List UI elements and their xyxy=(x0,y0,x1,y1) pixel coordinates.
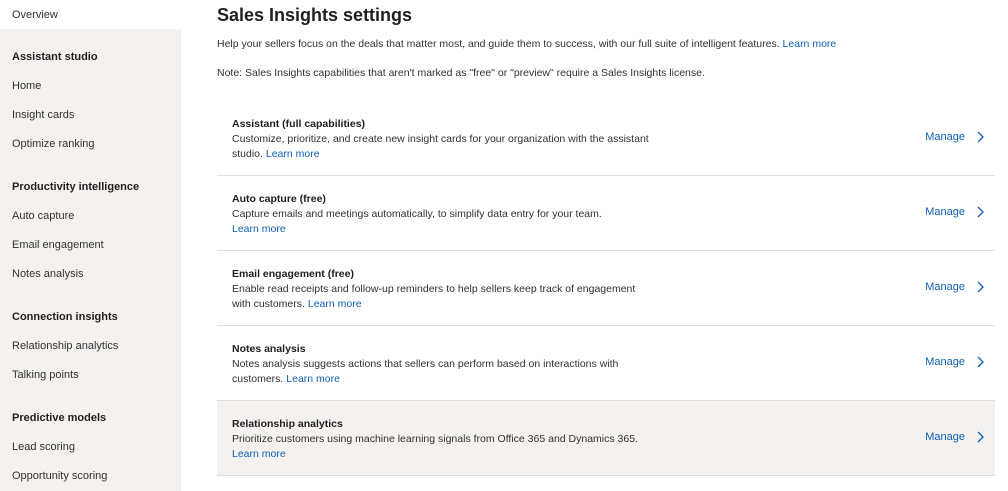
feature-description: Prioritize customers using machine learn… xyxy=(232,432,652,462)
manage-label: Manage xyxy=(925,356,965,368)
sidebar-item-relationship-analytics[interactable]: Relationship analytics xyxy=(0,332,181,361)
manage-label: Manage xyxy=(925,431,965,443)
sidebar-group-title: Productivity intelligence xyxy=(12,181,140,193)
sidebar-item-talking-points[interactable]: Talking points xyxy=(0,361,181,390)
chevron-right-icon xyxy=(977,431,984,443)
feature-title: Auto capture (free) xyxy=(232,193,326,205)
feature-card-email-engagement: Email engagement (free) Enable read rece… xyxy=(217,251,995,326)
sidebar-item-opportunity-scoring[interactable]: Opportunity scoring xyxy=(0,462,181,491)
sidebar-group-assistant-studio: Assistant studio Home Insight cards Opti… xyxy=(0,43,181,159)
feature-card-assistant: Assistant (full capabilities) Customize,… xyxy=(217,101,995,176)
chevron-right-icon xyxy=(977,131,984,143)
chevron-right-icon xyxy=(977,356,984,368)
page-title: Sales Insights settings xyxy=(217,5,413,25)
sidebar-group-title: Connection insights xyxy=(12,311,118,323)
sidebar-group-predictive-models: Predictive models Lead scoring Opportuni… xyxy=(0,404,181,491)
feature-title: Email engagement (free) xyxy=(232,268,354,280)
intro-learn-more-link[interactable]: Learn more xyxy=(783,38,837,50)
sidebar-item-lead-scoring[interactable]: Lead scoring xyxy=(0,433,181,462)
manage-label: Manage xyxy=(925,206,965,218)
manage-label: Manage xyxy=(925,281,965,293)
chevron-right-icon xyxy=(977,281,984,293)
feature-learn-more-link[interactable]: Learn more xyxy=(232,448,286,460)
feature-card-notes-analysis: Notes analysis Notes analysis suggests a… xyxy=(217,326,995,401)
manage-label: Manage xyxy=(925,131,965,143)
feature-card-relationship-analytics: Relationship analytics Prioritize custom… xyxy=(217,401,995,476)
license-note: Note: Sales Insights capabilities that a… xyxy=(217,67,705,79)
manage-button[interactable]: Manage xyxy=(925,356,985,368)
sidebar-item-overview[interactable]: Overview xyxy=(0,0,181,29)
feature-learn-more-link[interactable]: Learn more xyxy=(308,298,362,310)
feature-description-text: Capture emails and meetings automaticall… xyxy=(232,208,602,220)
feature-learn-more-link[interactable]: Learn more xyxy=(232,223,286,235)
feature-description: Capture emails and meetings automaticall… xyxy=(232,207,652,237)
feature-card-auto-capture: Auto capture (free) Capture emails and m… xyxy=(217,176,995,251)
sidebar-item-notes-analysis[interactable]: Notes analysis xyxy=(0,260,181,289)
sidebar-item-insight-cards[interactable]: Insight cards xyxy=(0,101,181,130)
feature-description: Notes analysis suggests actions that sel… xyxy=(232,357,652,387)
sidebar-group-connection-insights: Connection insights Relationship analyti… xyxy=(0,303,181,390)
feature-description-text: Prioritize customers using machine learn… xyxy=(232,433,638,445)
feature-list: Assistant (full capabilities) Customize,… xyxy=(217,101,995,476)
sidebar-group-productivity-intelligence: Productivity intelligence Auto capture E… xyxy=(0,173,181,289)
sidebar-item-auto-capture[interactable]: Auto capture xyxy=(0,202,181,231)
manage-button[interactable]: Manage xyxy=(925,431,985,443)
sidebar-item-email-engagement[interactable]: Email engagement xyxy=(0,231,181,260)
feature-learn-more-link[interactable]: Learn more xyxy=(286,373,340,385)
feature-description-text: Enable read receipts and follow-up remin… xyxy=(232,283,636,310)
feature-description: Customize, prioritize, and create new in… xyxy=(232,132,652,162)
intro-description: Help your sellers focus on the deals tha… xyxy=(217,38,780,50)
intro-text: Help your sellers focus on the deals tha… xyxy=(217,38,836,50)
sidebar: Overview Assistant studio Home Insight c… xyxy=(0,0,181,491)
feature-title: Relationship analytics xyxy=(232,418,343,430)
sidebar-group-title: Assistant studio xyxy=(12,51,98,63)
manage-button[interactable]: Manage xyxy=(925,281,985,293)
sidebar-item-optimize-ranking[interactable]: Optimize ranking xyxy=(0,130,181,159)
manage-button[interactable]: Manage xyxy=(925,131,985,143)
feature-description: Enable read receipts and follow-up remin… xyxy=(232,282,652,312)
chevron-right-icon xyxy=(977,206,984,218)
sidebar-group-title: Predictive models xyxy=(12,412,107,424)
sidebar-item-home[interactable]: Home xyxy=(0,72,181,101)
feature-title: Assistant (full capabilities) xyxy=(232,118,366,130)
manage-button[interactable]: Manage xyxy=(925,206,985,218)
feature-learn-more-link[interactable]: Learn more xyxy=(266,148,320,160)
feature-title: Notes analysis xyxy=(232,343,306,355)
